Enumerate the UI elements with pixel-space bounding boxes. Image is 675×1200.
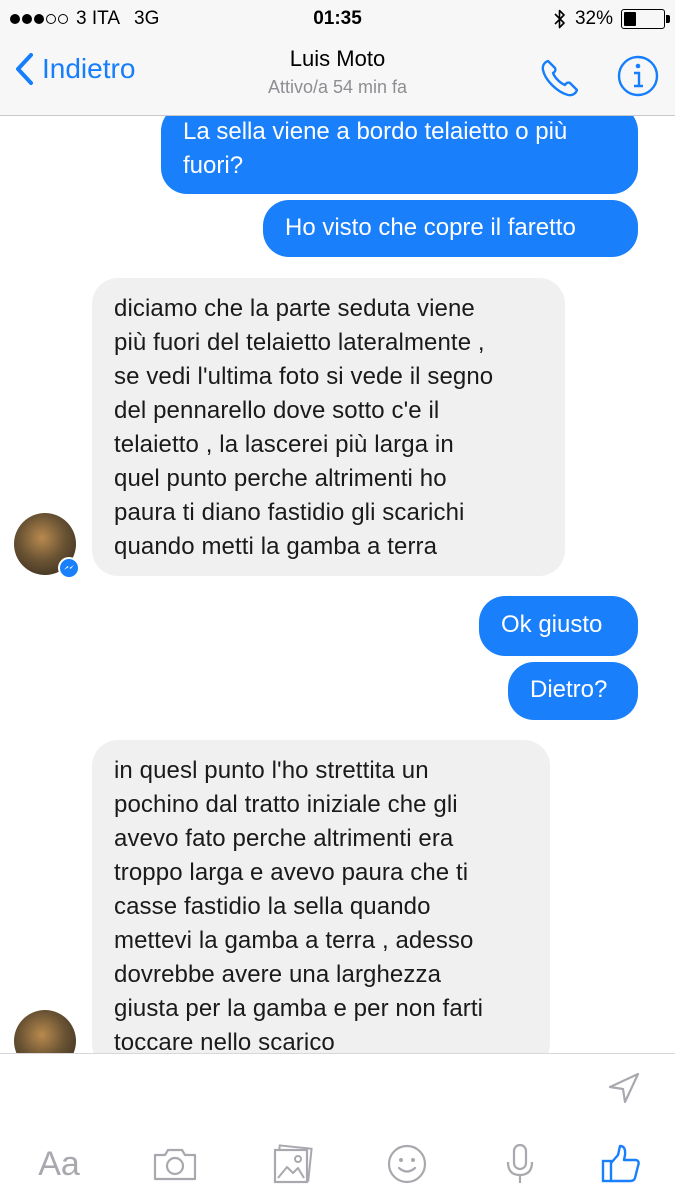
message-line: se vedi l'ultima foto si vede il segno <box>114 363 494 390</box>
camera-icon <box>153 1148 197 1181</box>
outgoing-message[interactable]: La sella viene a bordo telaietto o più f… <box>161 116 638 194</box>
message-line: pochino dal tratto iniziale che gli <box>114 791 458 818</box>
message-line: più fuori del telaietto lateralmente , <box>114 329 485 356</box>
message-line: troppo larga e avevo paura che ti <box>114 859 469 886</box>
message-line: quando metti la gamba a terra <box>114 533 438 560</box>
message-line: giusta per la gamba e per non farti <box>114 995 484 1022</box>
message-line: La sella viene a bordo telaietto o più <box>183 118 568 145</box>
call-button[interactable] <box>538 56 582 105</box>
message-line: dovrebbe avere una larghezza <box>114 961 442 988</box>
composer-bar: Aa <box>0 1053 675 1200</box>
outgoing-message[interactable]: Ho visto che copre il faretto <box>263 200 638 257</box>
message-line: avevo fato perche altrimenti era <box>114 825 454 852</box>
microphone-icon <box>506 1143 534 1183</box>
send-button[interactable] <box>606 1070 642 1111</box>
camera-button[interactable] <box>150 1134 200 1194</box>
outgoing-message[interactable]: Dietro? <box>508 662 638 720</box>
emoji-button[interactable] <box>384 1134 430 1194</box>
bluetooth-icon <box>554 9 565 29</box>
photo-button[interactable] <box>268 1134 318 1194</box>
message-line: paura ti diano fastidio gli scarichi <box>114 499 465 526</box>
like-icon <box>601 1144 640 1183</box>
message-line: quel punto perche altrimenti ho <box>114 465 447 492</box>
conversation-header: Indietro Luis Moto Attivo/a 54 min fa <box>0 38 675 116</box>
info-icon <box>617 55 659 97</box>
incoming-message[interactable]: diciamo che la parte seduta viene più fu… <box>92 278 565 576</box>
battery-icon <box>621 9 670 29</box>
message-line: fuori? <box>183 152 244 179</box>
message-list[interactable]: La sella viene a bordo telaietto o più f… <box>0 116 675 1053</box>
status-bar: 3 ITA 3G 01:35 32% <box>0 0 675 38</box>
message-line: Ho visto che copre il faretto <box>285 214 576 241</box>
messenger-badge-icon <box>58 557 80 579</box>
message-line: mettevi la gamba a terra , adesso <box>114 927 474 954</box>
emoji-icon <box>387 1144 427 1184</box>
message-line: Dietro? <box>530 676 608 703</box>
message-line: Ok giusto <box>501 611 603 638</box>
message-line: casse fastidio la sella quando <box>114 893 431 920</box>
message-line: del pennarello dove sotto c'e il <box>114 397 440 424</box>
outgoing-message[interactable]: Ok giusto <box>479 596 638 656</box>
message-line: telaietto , la lascerei più larga in <box>114 431 454 458</box>
incoming-message[interactable]: in quesl punto l'ho strettita un pochino… <box>92 740 550 1053</box>
phone-icon <box>541 59 579 97</box>
contact-avatar[interactable] <box>14 1010 76 1053</box>
battery-percent: 32% <box>574 8 613 29</box>
message-line: diciamo che la parte seduta viene <box>114 295 475 322</box>
photo-icon <box>273 1144 313 1184</box>
text-input-toggle[interactable]: Aa <box>34 1134 84 1194</box>
microphone-button[interactable] <box>500 1134 540 1194</box>
info-button[interactable] <box>616 54 660 103</box>
send-arrow-icon <box>608 1072 640 1104</box>
like-button[interactable] <box>598 1134 644 1194</box>
message-line: in quesl punto l'ho strettita un <box>114 757 429 784</box>
message-line: toccare nello scarico <box>114 1029 335 1053</box>
status-right: 32% <box>553 8 670 30</box>
